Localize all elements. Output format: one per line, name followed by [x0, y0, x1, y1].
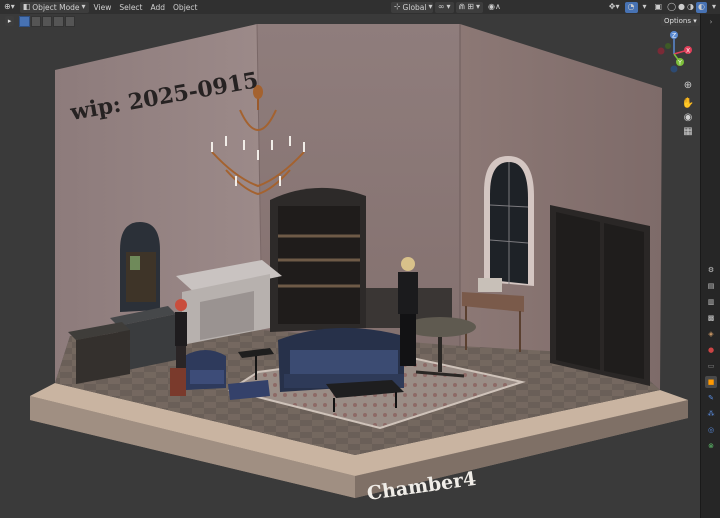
perspective-toggle[interactable]: ▦	[681, 124, 695, 138]
collection-tab[interactable]: ▭	[705, 360, 717, 372]
link-icon: ∞	[437, 2, 445, 11]
wireframe-icon: ◯	[667, 2, 677, 11]
scene-tab[interactable]: ◈	[705, 328, 717, 340]
gizmo-toggle[interactable]: ✥ ▾	[605, 1, 624, 13]
options-dropdown[interactable]: Options ▾	[661, 16, 700, 26]
select-intersect-button[interactable]	[64, 16, 75, 27]
zoom-icon: ⊕	[683, 79, 693, 91]
render-icon: ▤	[707, 282, 715, 290]
camera-icon: ◉	[683, 111, 693, 123]
gizmo-icon: ✥	[608, 2, 616, 11]
editor-type-button[interactable]: ⊕ ▾	[0, 1, 19, 13]
orientation-icon: ⊹	[393, 2, 401, 11]
options-label: Options	[664, 17, 692, 25]
menu-view[interactable]: View	[90, 1, 116, 13]
shading-dropdown[interactable]: ▾	[708, 1, 720, 13]
chevron-down-icon: ▾	[615, 2, 620, 11]
constraints-tab[interactable]: ⊗	[705, 440, 717, 452]
physics-tab[interactable]: ◎	[705, 424, 717, 436]
image-icon: ▩	[707, 314, 715, 322]
view-layer-tab[interactable]: ▩	[705, 312, 717, 324]
axis-x-label: X	[686, 48, 690, 55]
shading-material[interactable]: ◑	[686, 1, 695, 13]
object-mode-icon: ◧	[22, 2, 31, 11]
shading-wireframe[interactable]: ◯	[666, 1, 677, 13]
proportional-edit-button[interactable]: ◉ ∧	[484, 1, 505, 13]
axis-y-label: Y	[677, 60, 682, 67]
xray-icon: ▣	[654, 2, 663, 11]
modifier-tab[interactable]: ✎	[705, 392, 717, 404]
particles-icon: ⁂	[707, 410, 715, 418]
grid-icon: ▦	[683, 125, 693, 137]
select-invert-button[interactable]	[53, 16, 64, 27]
axis-z-label: Z	[672, 33, 676, 40]
3d-viewport[interactable]: Z X Y wip: 2025-0915 Chamber4 ▸ Options …	[0, 14, 700, 518]
snap-button[interactable]: ⋒ ⊞ ▾	[455, 1, 483, 13]
shading-solid[interactable]: ●	[677, 1, 686, 13]
output-tab[interactable]: ▥	[705, 296, 717, 308]
xray-toggle[interactable]: ▣	[651, 1, 667, 13]
viewport-header: ⊕ ▾ ◧ Object Mode ▾ View Select Add Objec…	[0, 0, 720, 15]
wrench-icon: ✎	[708, 394, 714, 402]
menu-object[interactable]: Object	[169, 1, 201, 13]
orientation-label: Global	[402, 2, 427, 12]
select-tools: ▸	[5, 16, 75, 27]
select-extend-button[interactable]	[30, 16, 41, 27]
overlays-icon: ◔	[627, 2, 635, 11]
chevron-down-icon: ▾	[642, 2, 647, 11]
magnet-icon: ⋒	[458, 2, 466, 11]
mode-dropdown[interactable]: ◧ Object Mode ▾	[19, 1, 89, 13]
pan-button[interactable]: ✋	[681, 96, 695, 110]
proportional-edit-icon: ◉	[487, 2, 495, 11]
scene-icon: ◈	[708, 330, 714, 338]
arrow-icon[interactable]: ›	[705, 16, 717, 28]
chevron-down-icon: ▾	[711, 2, 716, 11]
object-icon: ■	[707, 378, 715, 386]
chevron-down-icon: ▾	[691, 17, 697, 25]
navigation-gizmo[interactable]: Z X Y	[657, 31, 693, 73]
3d-viewport-icon: ⊕	[4, 2, 11, 11]
particles-tab[interactable]: ⁂	[705, 408, 717, 420]
properties-tabs: › ⚙ ▤ ▥ ▩ ◈ ● ▭ ■ ✎ ⁂ ◎ ⊗	[700, 14, 720, 518]
overlays-toggle[interactable]: ◔	[624, 1, 638, 13]
zoom-button[interactable]: ⊕	[681, 78, 695, 92]
object-tab[interactable]: ■	[705, 376, 717, 388]
printer-icon: ▥	[707, 298, 715, 306]
chevron-down-icon: ▾	[10, 2, 15, 11]
rendered-icon: ◐	[698, 2, 705, 11]
collection-icon: ▭	[707, 362, 715, 370]
scene-render: Z X Y wip: 2025-0915 Chamber4	[30, 23, 693, 505]
overlays-dropdown[interactable]: ▾	[639, 1, 651, 13]
cursor-icon: ▸	[7, 17, 12, 25]
chevron-down-icon: ▾	[475, 2, 480, 11]
wrench-icon: ⚙	[707, 266, 715, 274]
physics-icon: ◎	[707, 426, 715, 434]
material-preview-icon: ◑	[687, 2, 694, 11]
transform-orientation-dropdown[interactable]: ⊹ Global ▾	[390, 1, 433, 13]
shading-rendered[interactable]: ◐	[696, 1, 707, 13]
chevron-down-icon: ▾	[428, 2, 433, 11]
world-tab[interactable]: ●	[705, 344, 717, 356]
mode-label: Object Mode	[32, 2, 80, 12]
snap-settings-icon: ⊞	[467, 2, 474, 11]
render-tab[interactable]: ▤	[705, 280, 717, 292]
select-subtract-button[interactable]	[41, 16, 53, 27]
world-icon: ●	[707, 346, 715, 354]
constraint-icon: ⊗	[708, 442, 714, 450]
menu-add[interactable]: Add	[147, 1, 170, 13]
select-tool-button[interactable]: ▸	[5, 16, 15, 26]
tool-tab[interactable]: ⚙	[705, 264, 717, 276]
camera-view-button[interactable]: ◉	[681, 110, 695, 124]
solid-icon: ●	[678, 2, 686, 11]
chevron-down-icon: ▾	[446, 2, 451, 11]
pivot-point-button[interactable]: ∞ ▾	[434, 1, 454, 13]
falloff-icon: ∧	[494, 2, 501, 11]
menu-select[interactable]: Select	[115, 1, 146, 13]
select-new-button[interactable]	[19, 16, 30, 27]
hand-icon: ✋	[681, 97, 695, 109]
chevron-down-icon: ▾	[81, 2, 86, 11]
